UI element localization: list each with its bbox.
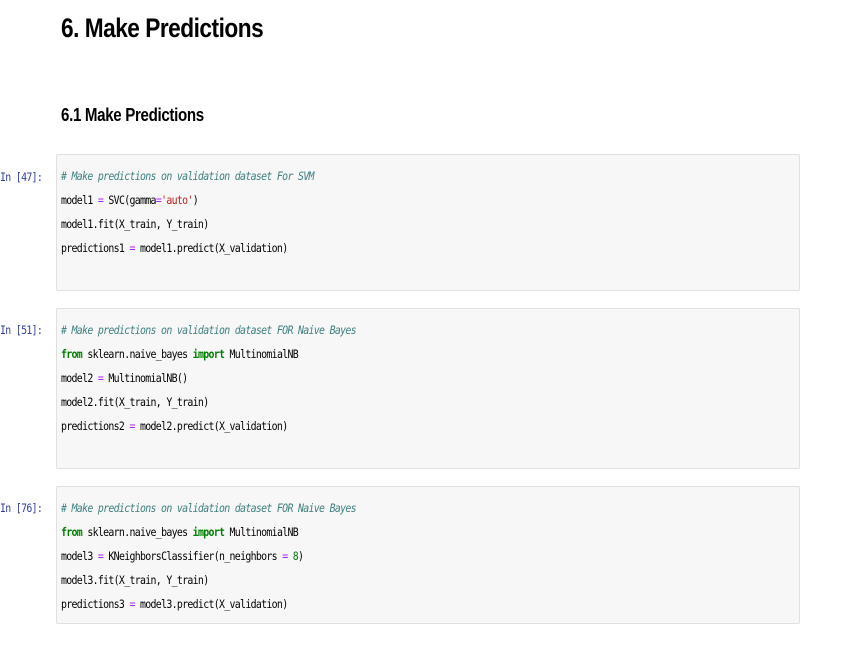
code-token-plain: model1.fit(X_train, Y_train) — [61, 217, 209, 231]
code-token-string: 'auto' — [161, 193, 193, 207]
cell-prompt-3: In [76]: — [0, 501, 43, 515]
code-token-keyword: from — [61, 525, 83, 539]
code-token-plain: MultinomialNB — [224, 525, 299, 539]
code-cell-1[interactable]: # Make predictions on validation dataset… — [56, 154, 800, 291]
code-line: # Make predictions on validation dataset… — [61, 164, 314, 188]
code-cell-2[interactable]: # Make predictions on validation dataset… — [56, 308, 800, 469]
code-token-comment: # Make predictions on validation dataset… — [61, 323, 357, 337]
code-token-plain: predictions3 — [61, 597, 130, 611]
code-token-plain: model1 — [61, 193, 98, 207]
code-line: predictions3 = model3.predict(X_validati… — [61, 592, 356, 616]
code-cell-3[interactable]: # Make predictions on validation dataset… — [56, 486, 800, 624]
code-token-plain: model2 — [61, 371, 98, 385]
code-token-plain: KNeighborsClassifier(n_neighbors — [103, 549, 283, 563]
code-line: model2.fit(X_train, Y_train) — [61, 390, 356, 414]
cell-prompt-2: In [51]: — [0, 323, 43, 337]
code-token-plain: model3 — [61, 549, 98, 563]
code-token-plain: model3.fit(X_train, Y_train) — [61, 573, 209, 587]
code-token-plain: ) — [192, 193, 199, 207]
code-token-plain: sklearn.naive_bayes — [82, 525, 193, 539]
code-token-plain: model3.predict(X_validation) — [134, 597, 288, 611]
code-editor-1[interactable]: # Make predictions on validation dataset… — [61, 164, 314, 260]
code-token-plain: MultinomialNB — [224, 347, 299, 361]
code-token-plain: model2.fit(X_train, Y_train) — [61, 395, 209, 409]
code-line: model1.fit(X_train, Y_train) — [61, 212, 314, 236]
section-heading: 6. Make Predictions — [61, 13, 264, 43]
code-token-plain: predictions1 — [61, 241, 130, 255]
code-token-keyword: from — [61, 347, 83, 361]
code-token-plain: SVC(gamma — [103, 193, 156, 207]
code-token-comment: # Make predictions on validation dataset… — [61, 501, 357, 515]
code-line: from sklearn.naive_bayes import Multinom… — [61, 342, 356, 366]
code-line: model1 = SVC(gamma='auto') — [61, 188, 314, 212]
code-token-plain: model1.predict(X_validation) — [134, 241, 288, 255]
code-editor-3[interactable]: # Make predictions on validation dataset… — [61, 496, 357, 616]
code-token-plain: sklearn.naive_bayes — [82, 347, 193, 361]
code-editor-2[interactable]: # Make predictions on validation dataset… — [61, 318, 357, 438]
code-line: # Make predictions on validation dataset… — [61, 318, 357, 342]
code-token-plain: model2.predict(X_validation) — [134, 419, 288, 433]
code-token-keyword: import — [192, 525, 225, 539]
code-line: # Make predictions on validation dataset… — [61, 496, 357, 520]
cell-prompt-1: In [47]: — [0, 170, 43, 184]
code-token-plain: ) — [297, 549, 304, 563]
code-line: predictions1 = model1.predict(X_validati… — [61, 236, 314, 260]
code-line: predictions2 = model2.predict(X_validati… — [61, 414, 356, 438]
code-token-comment: # Make predictions on validation dataset… — [61, 169, 314, 183]
subsection-heading: 6.1 Make Predictions — [61, 105, 204, 125]
code-token-plain: MultinomialNB() — [103, 371, 188, 385]
code-line: from sklearn.naive_bayes import Multinom… — [61, 520, 356, 544]
code-line: model2 = MultinomialNB() — [61, 366, 356, 390]
code-line: model3.fit(X_train, Y_train) — [61, 568, 356, 592]
code-line: model3 = KNeighborsClassifier(n_neighbor… — [61, 544, 356, 568]
code-token-plain: predictions2 — [61, 419, 130, 433]
code-token-keyword: import — [192, 347, 225, 361]
